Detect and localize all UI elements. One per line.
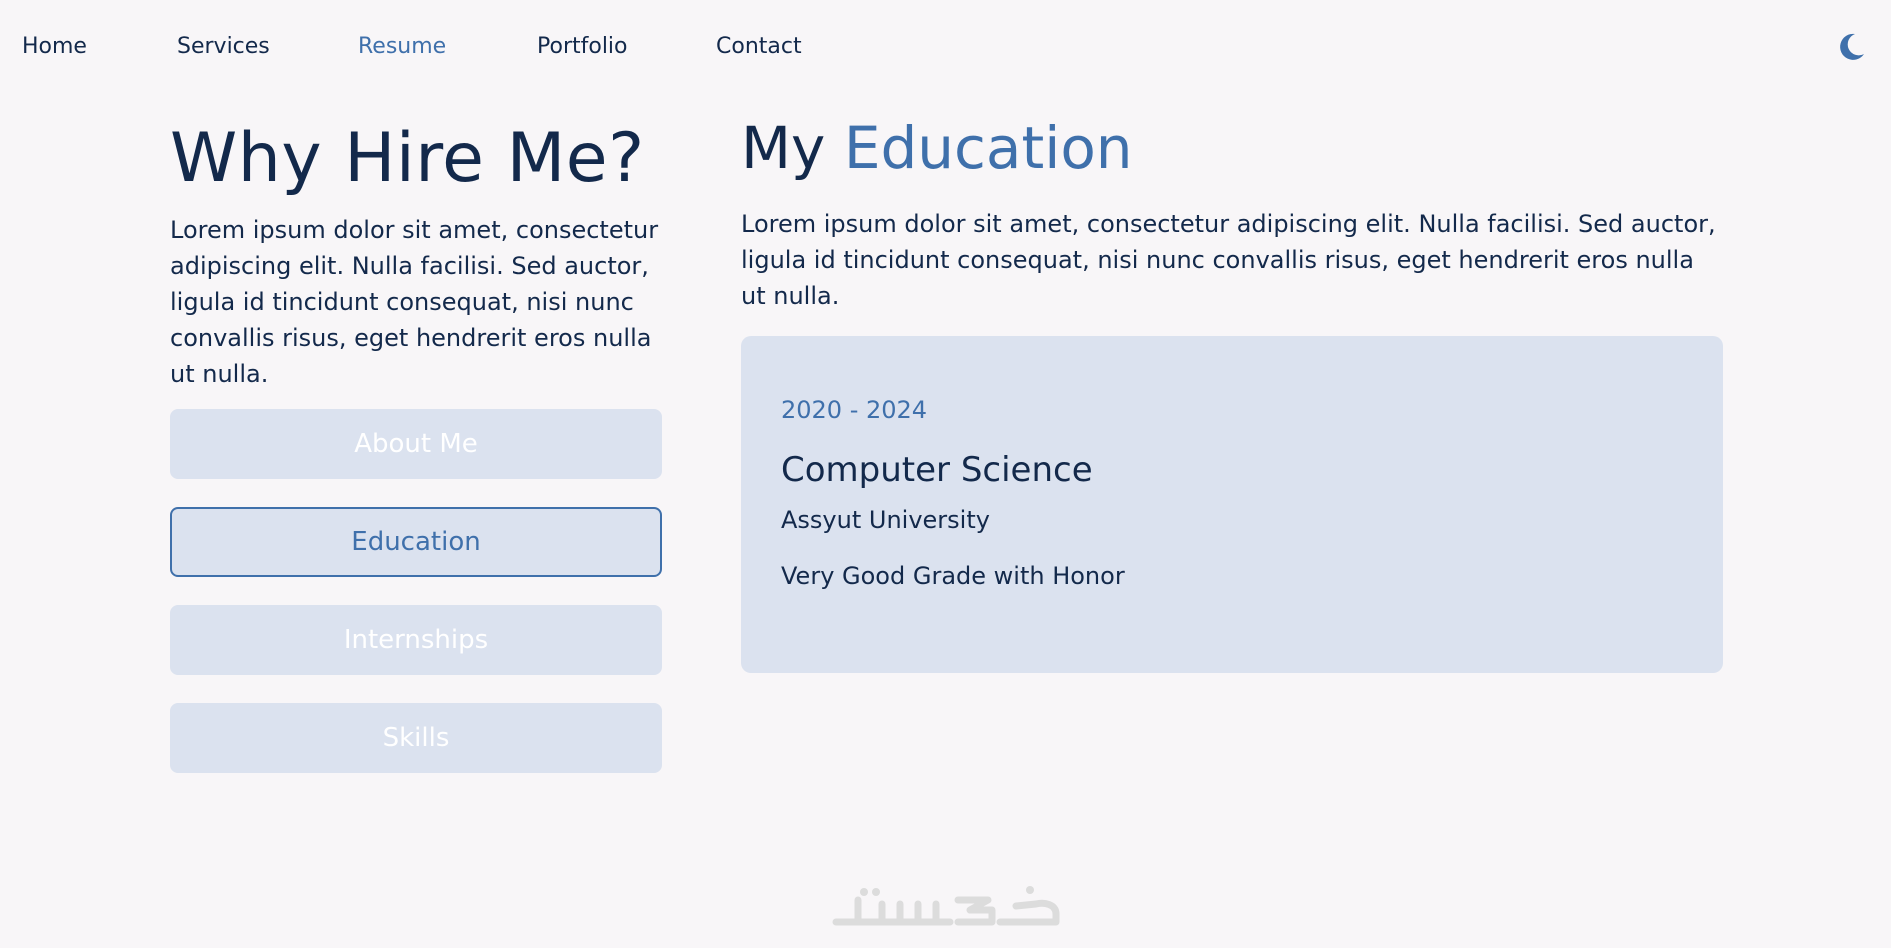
tab-education[interactable]: Education [170,507,662,577]
nav-home[interactable]: Home [22,32,87,62]
education-section: My Education Lorem ipsum dolor sit amet,… [741,108,1723,314]
nav-contact[interactable]: Contact [716,32,802,62]
why-hire-me-text: Lorem ipsum dolor sit amet, consectetur … [170,216,659,388]
tab-internships[interactable]: Internships [170,605,662,675]
education-title-accent: Education [843,114,1133,182]
top-navigation: Home Services Resume Portfolio Contact [0,0,1891,94]
watermark-logo-graphic [832,886,1060,926]
nav-resume[interactable]: Resume [358,32,446,62]
education-grade: Very Good Grade with Honor [781,562,1125,590]
why-hire-me-section: Why Hire Me? Lorem ipsum dolor sit amet,… [170,114,662,392]
moon-icon [1840,33,1864,60]
education-school: Assyut University [781,506,990,534]
education-years: 2020 - 2024 [781,396,928,424]
education-card: 2020 - 2024 Computer Science Assyut Univ… [741,336,1723,673]
khamsat-watermark-logo [830,870,1062,934]
nav-services[interactable]: Services [177,32,270,62]
education-title-prefix: My [741,114,826,182]
education-title: My Education [741,108,1723,188]
education-degree: Computer Science [781,450,1093,490]
why-hire-me-title: Why Hire Me? [170,119,645,198]
nav-portfolio[interactable]: Portfolio [537,32,628,62]
theme-toggle-button[interactable] [1834,30,1868,64]
tab-skills[interactable]: Skills [170,703,662,773]
tab-about-me[interactable]: About Me [170,409,662,479]
education-text: Lorem ipsum dolor sit amet, consectetur … [741,210,1716,310]
